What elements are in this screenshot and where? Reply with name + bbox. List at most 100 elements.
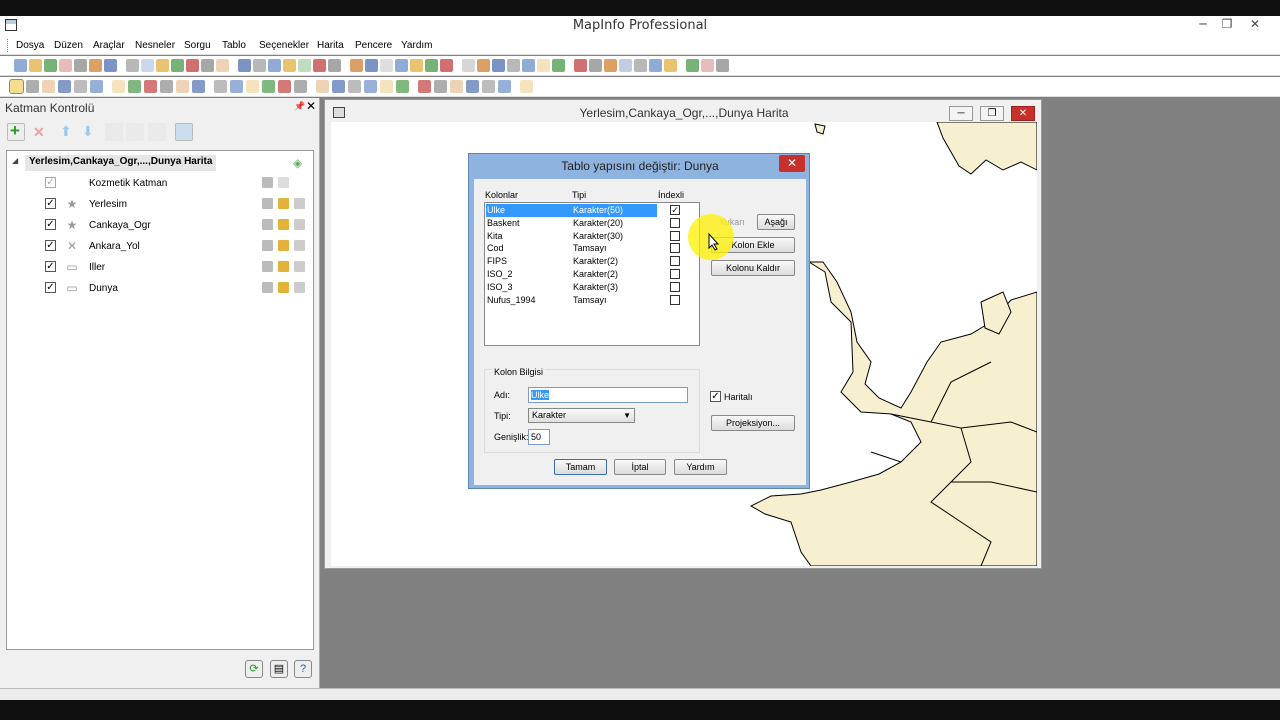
toolbar-button[interactable] [246, 80, 259, 93]
layer-options-button[interactable] [175, 123, 193, 141]
toolbar-button[interactable] [186, 59, 199, 72]
editable-icon[interactable] [262, 261, 273, 272]
toolbar-button[interactable] [74, 59, 87, 72]
toolbar-button[interactable] [520, 80, 533, 93]
toolbar-button[interactable] [450, 80, 463, 93]
collapse-icon[interactable]: ◢ [12, 156, 18, 165]
column-indexed-checkbox[interactable] [670, 230, 680, 241]
add-layer-button[interactable]: + [7, 121, 25, 141]
toolbar-button[interactable] [425, 59, 438, 72]
move-down-button[interactable]: ⬇ [78, 123, 96, 141]
toolbar-button[interactable] [701, 59, 714, 72]
move-down-button[interactable]: Aşağı [757, 214, 795, 230]
toolbar-button[interactable] [380, 80, 393, 93]
ok-button[interactable]: Tamam [554, 459, 607, 475]
column-indexed-checkbox[interactable] [670, 256, 680, 267]
column-indexed-checkbox[interactable] [670, 217, 680, 228]
layer-properties-button[interactable] [105, 123, 123, 141]
toolbar-button[interactable] [112, 80, 125, 93]
toolbar-button[interactable] [466, 80, 479, 93]
toolbar-button[interactable] [44, 59, 57, 72]
toolbar-button[interactable] [552, 59, 565, 72]
toolbar-button[interactable] [294, 80, 307, 93]
layer-row[interactable]: ✓ ★ Cankaya_Ogr [7, 216, 313, 236]
toolbar-button[interactable] [42, 80, 55, 93]
map-close-button[interactable]: ✕ [1011, 106, 1035, 121]
toolbar-button[interactable] [141, 59, 154, 72]
label-toggle-icon[interactable] [294, 177, 305, 188]
toolbar-button[interactable] [589, 59, 602, 72]
toolbar-button[interactable] [574, 59, 587, 72]
minimize-button[interactable]: ─ [1190, 16, 1216, 34]
layer-row[interactable]: ✓ ★ Yerlesim [7, 195, 313, 215]
menu-dosya[interactable]: Dosya [16, 40, 44, 51]
editable-icon[interactable] [262, 198, 273, 209]
toolbar-button[interactable] [238, 59, 251, 72]
toolbar-button[interactable] [262, 80, 275, 93]
toolbar-button[interactable] [253, 59, 266, 72]
close-button[interactable]: ✕ [1242, 16, 1268, 34]
toolbar-button[interactable] [350, 59, 363, 72]
toolbar-button[interactable] [171, 59, 184, 72]
toolbar-button[interactable] [440, 59, 453, 72]
help-button[interactable]: ? [294, 660, 312, 678]
column-row[interactable]: Cod Tamsayı [486, 242, 698, 255]
layer-label-button[interactable] [148, 123, 166, 141]
label-toggle-icon[interactable] [294, 261, 305, 272]
layer-visible-checkbox[interactable]: ✓ [45, 219, 56, 230]
toolbar-button[interactable] [176, 80, 189, 93]
column-row[interactable]: Kita Karakter(30) [486, 230, 698, 243]
column-row[interactable]: Nufus_1994 Tamsayı [486, 294, 698, 307]
column-indexed-checkbox[interactable]: ✓ [670, 205, 680, 215]
toolbar-button[interactable] [348, 80, 361, 93]
help-button[interactable]: Yardım [674, 459, 727, 475]
toolbar-button[interactable] [268, 59, 281, 72]
toolbar-button[interactable] [619, 59, 632, 72]
layer-visible-checkbox[interactable]: ✓ [45, 198, 56, 209]
maximize-button[interactable]: ❐ [1214, 16, 1240, 34]
mappable-checkbox[interactable]: ✓ [710, 391, 721, 402]
toolbar-button[interactable] [482, 80, 495, 93]
panel-close-icon[interactable]: ✕ [306, 99, 316, 113]
toolbar-button[interactable] [104, 59, 117, 72]
map-restore-button[interactable]: ❐ [980, 106, 1004, 121]
toolbar-button[interactable] [214, 80, 227, 93]
column-row[interactable]: ISO_3 Karakter(3) [486, 281, 698, 294]
toolbar-button[interactable] [328, 59, 341, 72]
column-row[interactable]: ISO_2 Karakter(2) [486, 268, 698, 281]
menu-sorgu[interactable]: Sorgu [184, 40, 211, 51]
column-indexed-checkbox[interactable] [670, 269, 680, 279]
toolbar-button[interactable] [380, 59, 393, 72]
layer-display-button[interactable] [126, 123, 144, 141]
toolbar-button[interactable] [418, 80, 431, 93]
toolbar-button[interactable] [156, 59, 169, 72]
layer-window-button[interactable]: ▤ [270, 660, 288, 678]
toolbar-button[interactable] [126, 59, 139, 72]
map-options-icon[interactable]: ◈ [293, 156, 302, 170]
toolbar-button[interactable] [283, 59, 296, 72]
toolbar-button[interactable] [201, 59, 214, 72]
menu-araclar[interactable]: Araçlar [93, 40, 125, 51]
toolbar-button[interactable] [395, 59, 408, 72]
remove-layer-button[interactable]: ✕ [29, 123, 47, 141]
toolbar-button[interactable] [604, 59, 617, 72]
toolbar-button[interactable] [9, 79, 24, 94]
layer-row[interactable]: ✓ ▭ Dunya [7, 279, 313, 299]
editable-icon[interactable] [262, 219, 273, 230]
menu-secenekler[interactable]: Seçenekler [259, 40, 309, 51]
toolbar-button[interactable] [58, 80, 71, 93]
label-toggle-icon[interactable] [294, 240, 305, 251]
selectable-icon[interactable] [278, 282, 289, 293]
column-type-select[interactable]: Karakter ▼ [528, 408, 635, 423]
toolbar-button[interactable] [716, 59, 729, 72]
toolbar-button[interactable] [664, 59, 677, 72]
column-width-input[interactable]: 50 [528, 429, 550, 445]
editable-icon[interactable] [262, 177, 273, 188]
toolbar-button[interactable] [14, 59, 27, 72]
column-row[interactable]: Ulke Karakter(50) ✓ [486, 204, 698, 217]
toolbar-button[interactable] [59, 59, 72, 72]
selectable-icon[interactable] [278, 198, 289, 209]
toolbar-button[interactable] [434, 80, 447, 93]
toolbar-button[interactable] [332, 80, 345, 93]
column-name-input[interactable]: Ulke [528, 387, 688, 403]
